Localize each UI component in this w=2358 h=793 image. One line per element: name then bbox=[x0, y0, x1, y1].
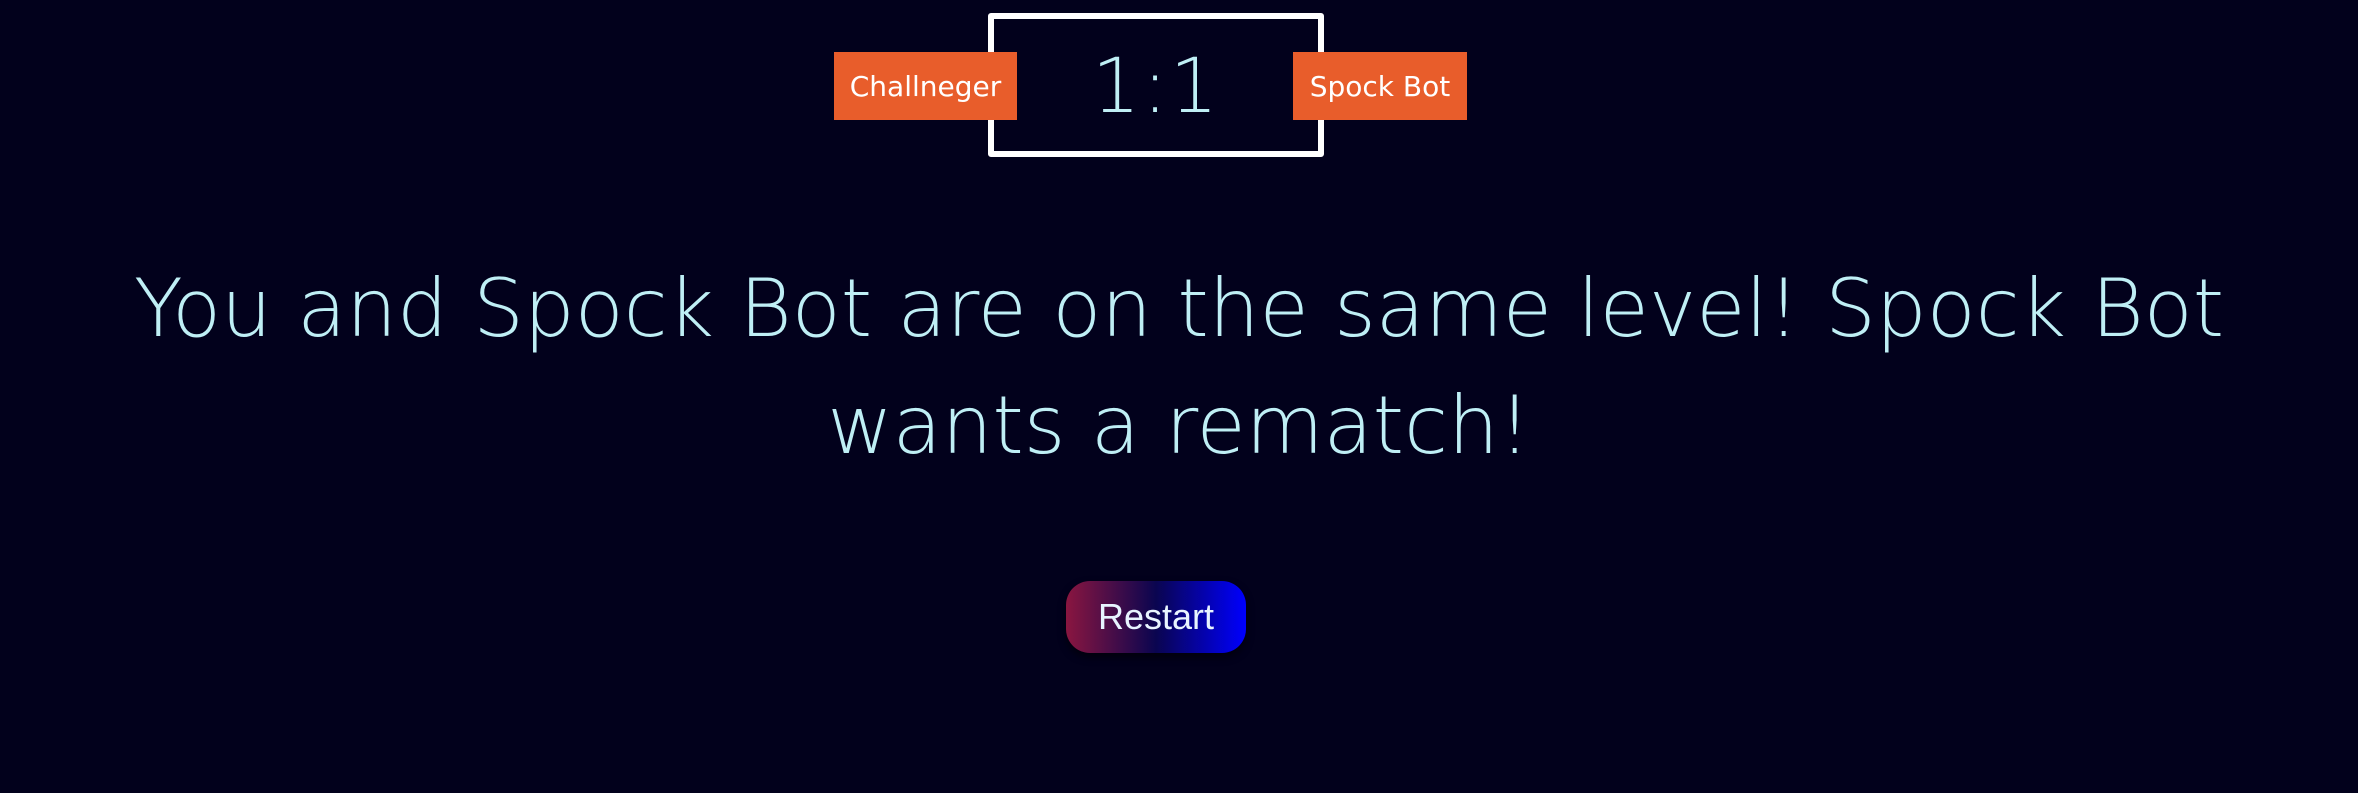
restart-button[interactable]: Restart bbox=[1066, 581, 1246, 653]
score-display: 1:1 bbox=[1091, 40, 1221, 130]
game-page: { "scoreboard": { "score": "1:1", "playe… bbox=[0, 0, 2358, 793]
opponent-badge: Spock Bot bbox=[1293, 52, 1467, 120]
scoreboard: 1:1 bbox=[988, 13, 1324, 157]
result-message: You and Spock Bot are on the same level!… bbox=[133, 262, 2225, 472]
player-badge: Challneger bbox=[834, 52, 1017, 120]
